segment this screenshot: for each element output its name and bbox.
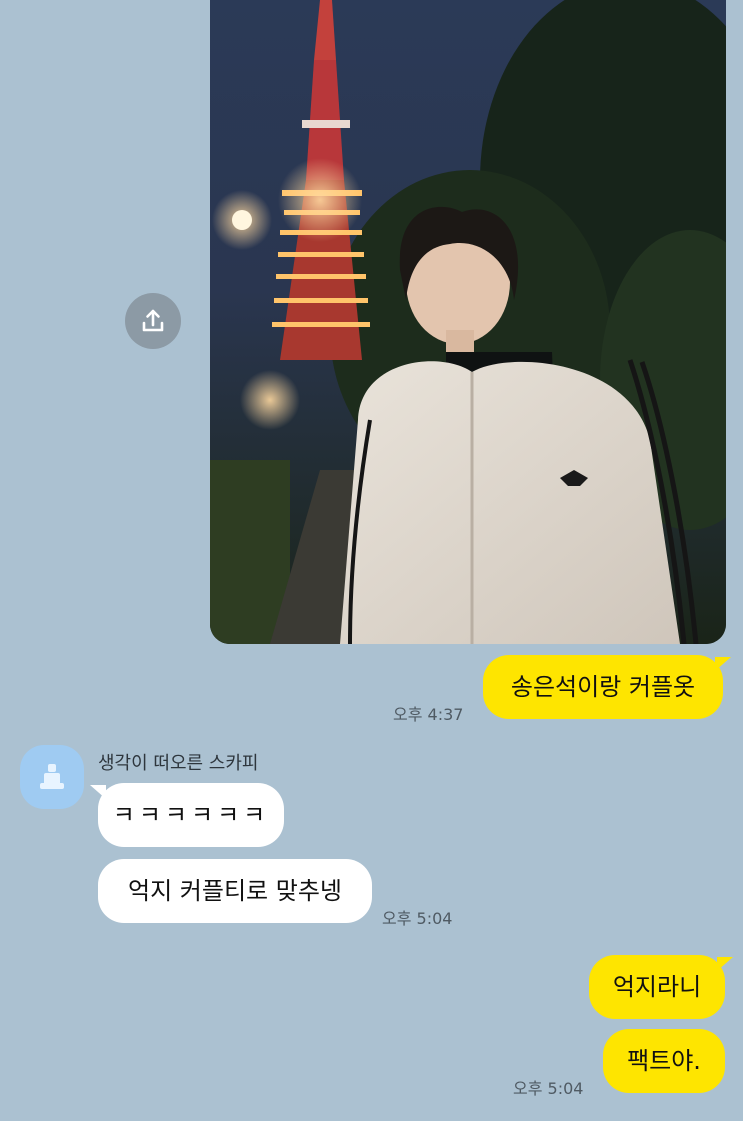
share-button[interactable] (125, 293, 181, 349)
default-profile-icon (40, 764, 64, 789)
message-text: 억지라니 (612, 973, 702, 1001)
message-bubble-sent[interactable]: 팩트야. (603, 1029, 725, 1093)
sent-photo[interactable] (210, 0, 726, 644)
message-bubble-sent[interactable]: 억지라니 (589, 955, 733, 1019)
message-time: 오후 5:04 (382, 909, 453, 928)
message-text: 팩트야. (627, 1047, 701, 1075)
message-time: 오후 4:37 (393, 705, 464, 724)
sender-name: 생각이 떠오른 스카피 (98, 753, 259, 774)
chat-room: 송은석이랑 커플옷 오후 4:37 생각이 떠오른 스카피 ㅋㅋㅋㅋㅋㅋ 억지 … (0, 0, 743, 1121)
photo-image (210, 0, 726, 644)
message-bubble-sent[interactable]: 송은석이랑 커플옷 (483, 655, 731, 719)
bubble-tail (715, 657, 731, 671)
bubble-tail (90, 785, 106, 799)
sender-avatar[interactable] (20, 745, 84, 809)
message-text: 송은석이랑 커플옷 (510, 673, 696, 701)
message-text: ㅋㅋㅋㅋㅋㅋ (112, 801, 270, 829)
bubble-tail (717, 957, 733, 971)
share-upload-icon (142, 309, 164, 332)
message-time: 오후 5:04 (513, 1079, 584, 1098)
message-text: 억지 커플티로 맞추넹 (128, 877, 342, 905)
message-bubble-received[interactable]: 억지 커플티로 맞추넹 (98, 859, 372, 923)
message-bubble-received[interactable]: ㅋㅋㅋㅋㅋㅋ (90, 783, 284, 847)
